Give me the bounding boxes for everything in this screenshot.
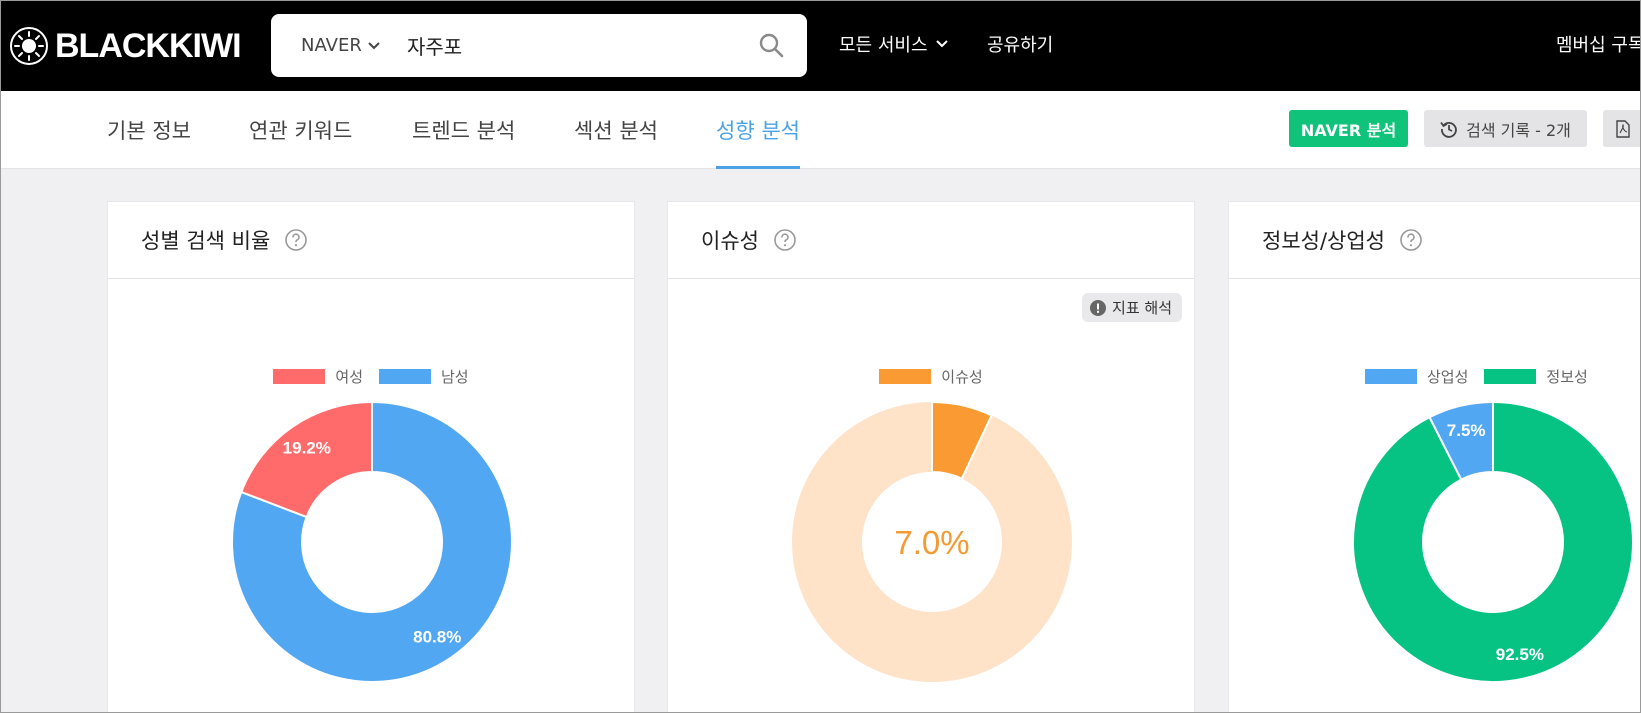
- tab-basic-info[interactable]: 기본 정보: [107, 115, 191, 169]
- chevron-down-icon: [935, 40, 948, 48]
- kiwi-logo-icon: [10, 27, 48, 65]
- info-commercial-donut-chart: 7.5% 92.5%: [1352, 400, 1634, 683]
- info-commercial-card: 정보성/상업성 상업성 정보성 7.5% 92.5%: [1228, 201, 1640, 712]
- slice-value-label: 92.5%: [1496, 645, 1544, 664]
- tab-related-keywords[interactable]: 연관 키워드: [249, 115, 352, 169]
- share-link[interactable]: 공유하기: [987, 31, 1053, 57]
- pdf-download-button[interactable]: [1603, 110, 1640, 147]
- pdf-icon: [1615, 119, 1630, 138]
- issue-donut-chart: 7.0%: [791, 400, 1072, 682]
- slice-informational[interactable]: [1352, 400, 1634, 683]
- tab-section-analysis[interactable]: 섹션 분석: [574, 115, 658, 169]
- top-bar: BLACKKIWI NAVER 모든 서비스 공유하기 멤버십 구독: [1, 1, 1640, 91]
- search-engine-select[interactable]: NAVER: [301, 14, 380, 77]
- tab-tendency-analysis[interactable]: 성향 분석: [716, 115, 800, 169]
- slice-value-label: 7.5%: [1447, 421, 1486, 440]
- chevron-down-icon: [368, 41, 380, 49]
- search-history-button[interactable]: 검색 기록 - 2개: [1424, 110, 1587, 147]
- search-icon[interactable]: [758, 32, 784, 58]
- issue-card: 이슈성 지표 해석 이슈성 7.0%: [667, 201, 1195, 712]
- gender-ratio-card: 성별 검색 비율 여성 남성 19.2% 80.8%: [107, 201, 635, 712]
- search-input[interactable]: [407, 24, 727, 67]
- history-icon: [1440, 121, 1457, 138]
- brand-logo[interactable]: BLACKKIWI: [9, 26, 242, 66]
- tab-bar: 기본 정보 연관 키워드 트렌드 분석 섹션 분석 성향 분석 NAVER 분석…: [1, 91, 1640, 169]
- membership-link[interactable]: 멤버십 구독: [1556, 31, 1640, 57]
- center-value-label: 7.0%: [894, 524, 969, 561]
- tab-trend-analysis[interactable]: 트렌드 분석: [412, 115, 515, 169]
- app-window: BLACKKIWI NAVER 모든 서비스 공유하기 멤버십 구독: [0, 0, 1641, 713]
- gender-donut-chart: 19.2% 80.8%: [231, 400, 513, 683]
- all-services-menu[interactable]: 모든 서비스: [839, 31, 948, 57]
- search-history-label: 검색 기록 - 2개: [1466, 120, 1571, 140]
- all-services-label: 모든 서비스: [839, 35, 928, 56]
- naver-analysis-button[interactable]: NAVER 분석: [1289, 110, 1408, 147]
- slice-value-label: 80.8%: [413, 628, 461, 647]
- brand-name: BLACKKIWI: [55, 26, 242, 65]
- search-bar: NAVER: [271, 14, 807, 77]
- search-engine-label: NAVER: [301, 35, 362, 56]
- slice-value-label: 19.2%: [283, 438, 331, 457]
